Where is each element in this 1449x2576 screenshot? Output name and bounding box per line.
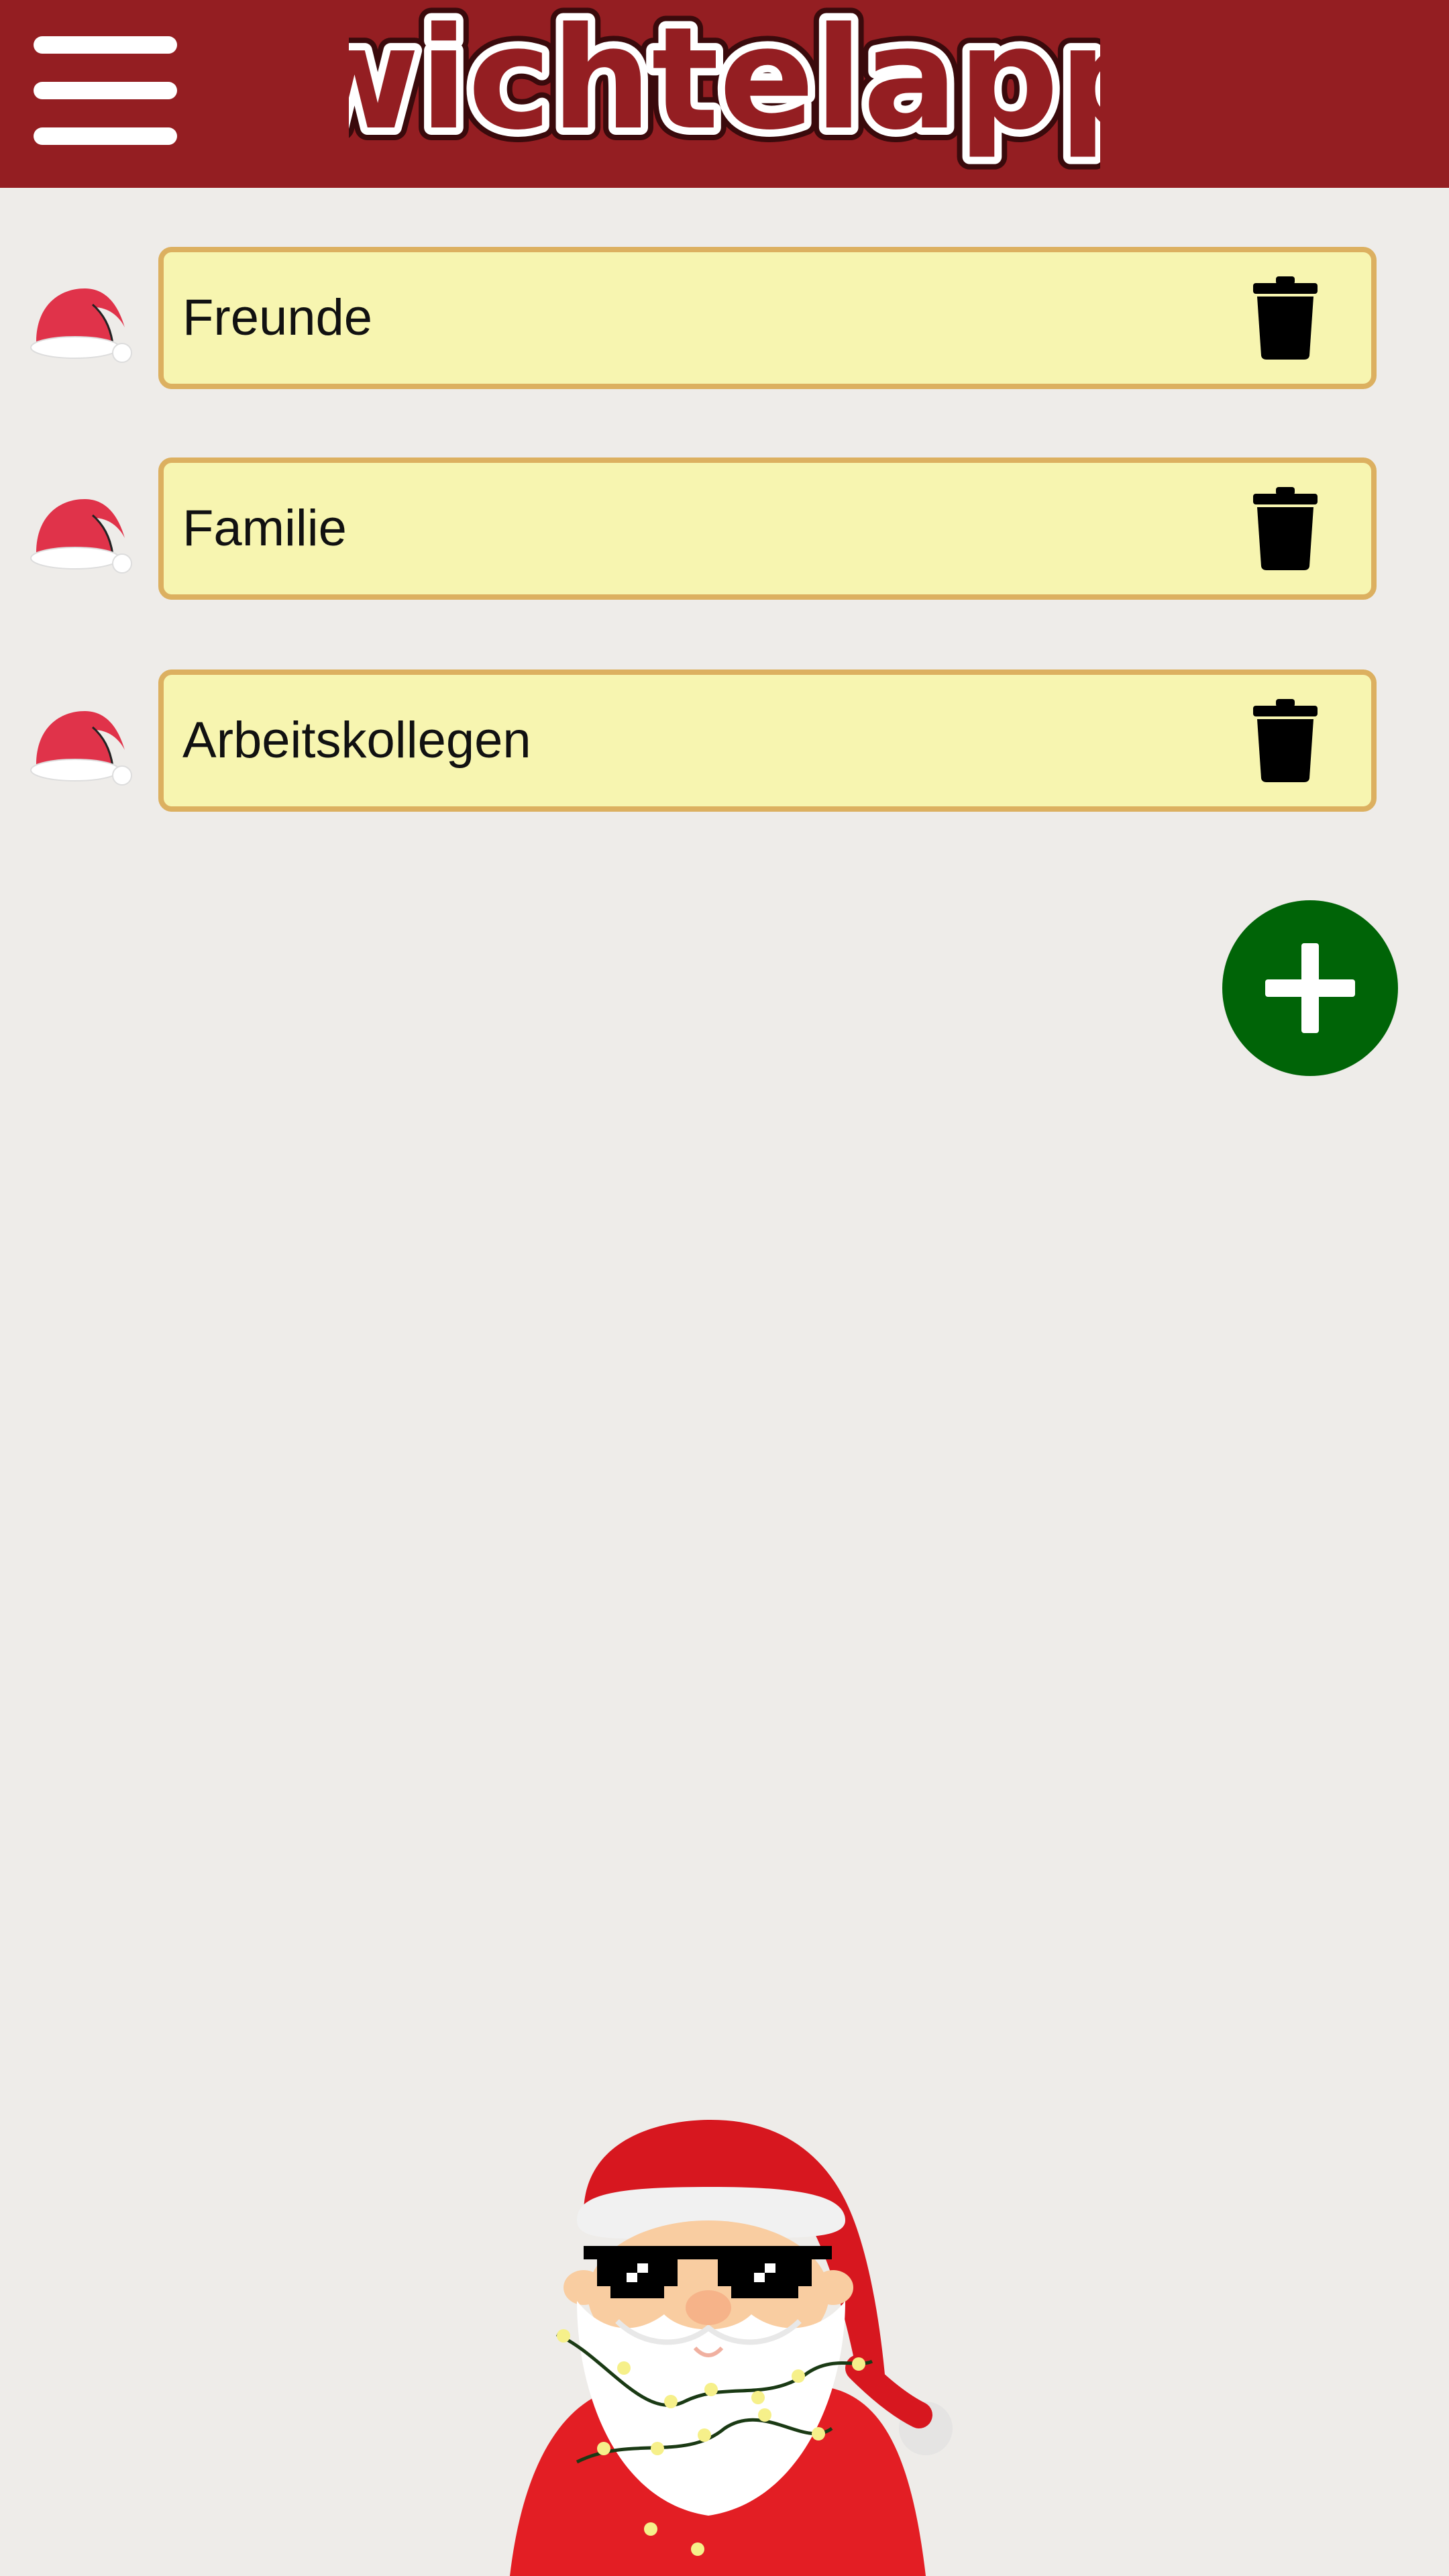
trash-icon[interactable] bbox=[1253, 699, 1318, 782]
app-logo: wichtelapp wichtelapp wichtelapp bbox=[349, 0, 1100, 174]
group-card-arbeitskollegen[interactable]: Arbeitskollegen bbox=[158, 669, 1377, 812]
group-card-freunde[interactable]: Freunde bbox=[158, 247, 1377, 389]
group-row: Familie bbox=[0, 458, 1449, 600]
group-name: Freunde bbox=[182, 289, 373, 346]
menu-icon-bar bbox=[34, 82, 177, 99]
app-header: wichtelapp wichtelapp wichtelapp bbox=[0, 0, 1449, 188]
group-name: Arbeitskollegen bbox=[182, 712, 531, 769]
group-row: Arbeitskollegen bbox=[0, 669, 1449, 812]
santa-sunglasses-illustration bbox=[510, 2120, 953, 2576]
menu-icon-bar bbox=[34, 36, 177, 54]
trash-icon[interactable] bbox=[1253, 487, 1318, 570]
plus-icon-vertical bbox=[1301, 943, 1319, 1033]
menu-icon-bar bbox=[34, 127, 177, 145]
menu-button[interactable] bbox=[34, 34, 177, 148]
group-row: Freunde bbox=[0, 247, 1449, 389]
santa-hat-icon bbox=[30, 711, 132, 786]
group-name: Familie bbox=[182, 500, 347, 557]
group-card-familie[interactable]: Familie bbox=[158, 458, 1377, 600]
santa-hat-icon bbox=[30, 288, 132, 363]
trash-icon[interactable] bbox=[1253, 276, 1318, 360]
app-logo-text-fill: wichtelapp bbox=[349, 0, 1100, 161]
santa-hat-icon bbox=[30, 499, 132, 574]
add-group-button[interactable] bbox=[1222, 900, 1398, 1076]
